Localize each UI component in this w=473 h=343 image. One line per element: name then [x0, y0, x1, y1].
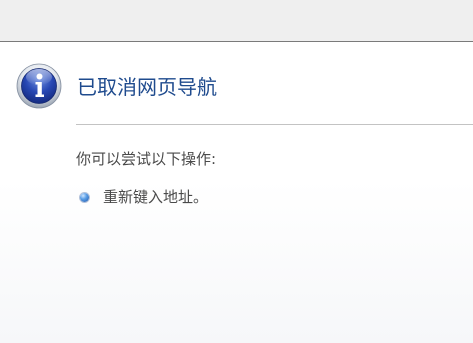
bullet-icon	[80, 193, 89, 202]
title-divider	[76, 124, 473, 125]
list-item: 重新键入地址。	[80, 186, 208, 208]
info-icon	[16, 63, 62, 109]
suggestions-heading: 你可以尝试以下操作:	[76, 150, 217, 168]
suggestion-text: 重新键入地址。	[103, 188, 209, 206]
top-bar	[0, 0, 473, 42]
page-title: 已取消网页导航	[77, 75, 217, 99]
